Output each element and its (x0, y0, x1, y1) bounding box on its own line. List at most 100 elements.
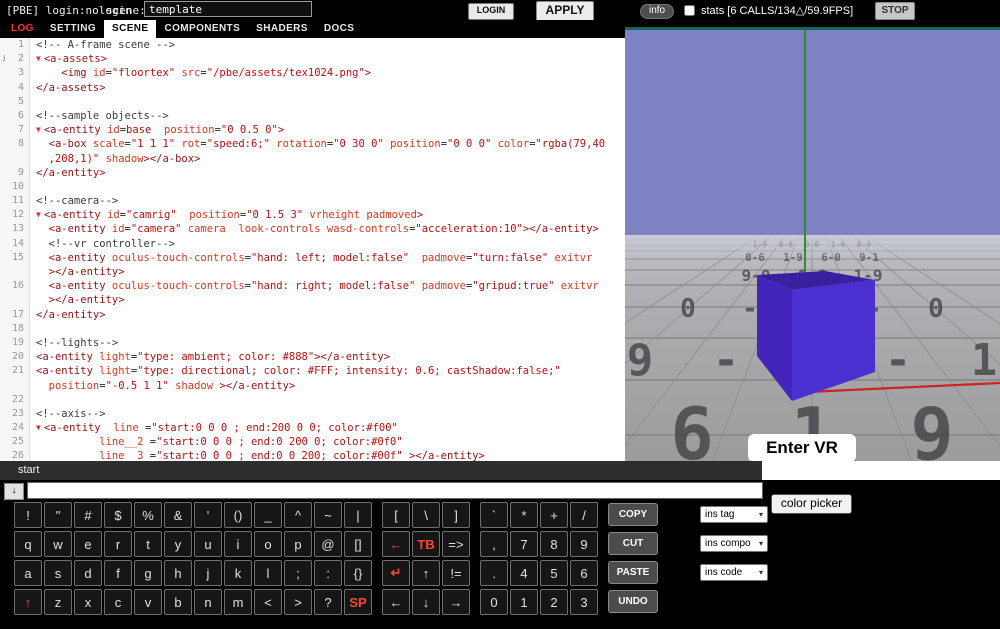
key-{}[interactable]: {} (344, 560, 372, 586)
code-line[interactable]: 3 <img id="floortex" src="/pbe/assets/te… (0, 66, 625, 80)
ins-compo-select[interactable]: ▾ins compo (700, 535, 768, 552)
cut-button[interactable]: CUT (608, 532, 658, 555)
key-@[interactable]: @ (314, 531, 342, 557)
tab-docs[interactable]: DOCS (316, 20, 363, 38)
key-←[interactable]: ← (382, 531, 410, 557)
key-+[interactable]: + (540, 502, 568, 528)
key-<[interactable]: < (254, 589, 282, 615)
code-line[interactable]: position="-0.5 1 1" shadow ></a-entity> (0, 379, 625, 393)
code-line[interactable]: 14 <!--vr controller--> (0, 237, 625, 251)
key-j[interactable]: j (194, 560, 222, 586)
key-g[interactable]: g (134, 560, 162, 586)
tab-setting[interactable]: SETTING (42, 20, 104, 38)
code-line[interactable]: 1<!-- A-frame scene --> (0, 38, 625, 52)
key-SP[interactable]: SP (344, 589, 372, 615)
scene-name-input[interactable] (144, 1, 312, 17)
key-q[interactable]: q (14, 531, 42, 557)
code-line[interactable]: 21<a-entity light="type: directional; co… (0, 364, 625, 378)
undo-button[interactable]: UNDO (608, 590, 658, 613)
key-][interactable]: ] (442, 502, 470, 528)
tab-components[interactable]: COMPONENTS (156, 20, 248, 38)
tab-shaders[interactable]: SHADERS (248, 20, 316, 38)
key-7[interactable]: 7 (510, 531, 538, 557)
key-c[interactable]: c (104, 589, 132, 615)
key-b[interactable]: b (164, 589, 192, 615)
code-line[interactable]: 4</a-assets> (0, 81, 625, 95)
code-line[interactable]: ,208,1)" shadow></a-box> (0, 152, 625, 166)
key-f[interactable]: f (104, 560, 132, 586)
key-e[interactable]: e (74, 531, 102, 557)
key-$[interactable]: $ (104, 502, 132, 528)
key-3[interactable]: 3 (570, 589, 598, 615)
key-#[interactable]: # (74, 502, 102, 528)
key-![interactable]: ! (14, 502, 42, 528)
key-↓[interactable]: ↓ (412, 589, 440, 615)
fold-arrow-icon[interactable]: ▼ (36, 125, 41, 134)
ins-code-select[interactable]: ▾ins code (700, 564, 768, 581)
key-w[interactable]: w (44, 531, 72, 557)
code-line[interactable]: 24▼<a-entity line ="start:0 0 0 ; end:20… (0, 421, 625, 435)
tab-scene[interactable]: SCENE (104, 20, 156, 38)
apply-button[interactable]: APPLY (536, 1, 594, 22)
key-→[interactable]: → (442, 589, 470, 615)
key-h[interactable]: h (164, 560, 192, 586)
key-d[interactable]: d (74, 560, 102, 586)
code-line[interactable]: 12▼<a-entity id="camrig" position="0 1.5… (0, 208, 625, 222)
key-`[interactable]: ` (480, 502, 508, 528)
key-r[interactable]: r (104, 531, 132, 557)
code-line[interactable]: 25 line__2 ="start:0 0 0 ; end:0 200 0; … (0, 435, 625, 449)
copy-button[interactable]: COPY (608, 503, 658, 526)
key-/[interactable]: / (570, 502, 598, 528)
code-line[interactable]: 5 (0, 95, 625, 109)
key-n[interactable]: n (194, 589, 222, 615)
key-8[interactable]: 8 (540, 531, 568, 557)
key-~[interactable]: ~ (314, 502, 342, 528)
key-&[interactable]: & (164, 502, 192, 528)
code-line[interactable]: 22 (0, 393, 625, 407)
code-line[interactable]: 15 <a-entity oculus-touch-controls="hand… (0, 251, 625, 265)
key-↑[interactable]: ↑ (412, 560, 440, 586)
key-=>[interactable]: => (442, 531, 470, 557)
fold-arrow-icon[interactable]: ▼ (36, 54, 41, 63)
code-line[interactable]: ></a-entity> (0, 293, 625, 307)
key-'[interactable]: ' (194, 502, 222, 528)
key-↵[interactable]: ↵ (382, 560, 410, 586)
code-line[interactable]: 16 <a-entity oculus-touch-controls="hand… (0, 279, 625, 293)
key-,[interactable]: , (480, 531, 508, 557)
code-line[interactable]: 7▼<a-entity id=base position="0 0.5 0"> (0, 123, 625, 137)
code-line[interactable]: 11<!--camera--> (0, 194, 625, 208)
key-u[interactable]: u (194, 531, 222, 557)
key-.[interactable]: . (480, 560, 508, 586)
aframe-canvas[interactable]: 1-90-69-01-60-90-61-96-09-19-00-61-90-9-… (625, 30, 1000, 462)
info-button[interactable]: info (640, 4, 674, 19)
code-line[interactable]: ></a-entity> (0, 265, 625, 279)
code-line[interactable]: 10 (0, 180, 625, 194)
key-4[interactable]: 4 (510, 560, 538, 586)
stats-checkbox[interactable] (684, 5, 695, 16)
key-!=[interactable]: != (442, 560, 470, 586)
stop-button[interactable]: STOP (875, 2, 915, 20)
key-*[interactable]: * (510, 502, 538, 528)
key-p[interactable]: p (284, 531, 312, 557)
code-line[interactable]: 20<a-entity light="type: ambient; color:… (0, 350, 625, 364)
key-|[interactable]: | (344, 502, 372, 528)
code-line[interactable]: 19<!--lights--> (0, 336, 625, 350)
key-o[interactable]: o (254, 531, 282, 557)
key-TB[interactable]: TB (412, 531, 440, 557)
ins-tag-select[interactable]: ▾ins tag (700, 506, 768, 523)
fold-arrow-icon[interactable]: ▼ (36, 423, 41, 432)
code-line[interactable]: 8 <a-box scale="1 1 1" rot="speed:6;" ro… (0, 137, 625, 151)
code-line[interactable]: 13 <a-entity id="camera" camera look-con… (0, 222, 625, 236)
key-6[interactable]: 6 (570, 560, 598, 586)
key-k[interactable]: k (224, 560, 252, 586)
key-↑[interactable]: ↑ (14, 589, 42, 615)
key-0[interactable]: 0 (480, 589, 508, 615)
key-9[interactable]: 9 (570, 531, 598, 557)
key-^[interactable]: ^ (284, 502, 312, 528)
key-s[interactable]: s (44, 560, 72, 586)
key-←[interactable]: ← (382, 589, 410, 615)
key->[interactable]: > (284, 589, 312, 615)
code-line[interactable]: 26 line__3 ="start:0 0 0 ; end:0 0 200; … (0, 449, 625, 461)
code-line[interactable]: 9</a-entity> (0, 166, 625, 180)
code-line[interactable]: 17</a-entity> (0, 308, 625, 322)
